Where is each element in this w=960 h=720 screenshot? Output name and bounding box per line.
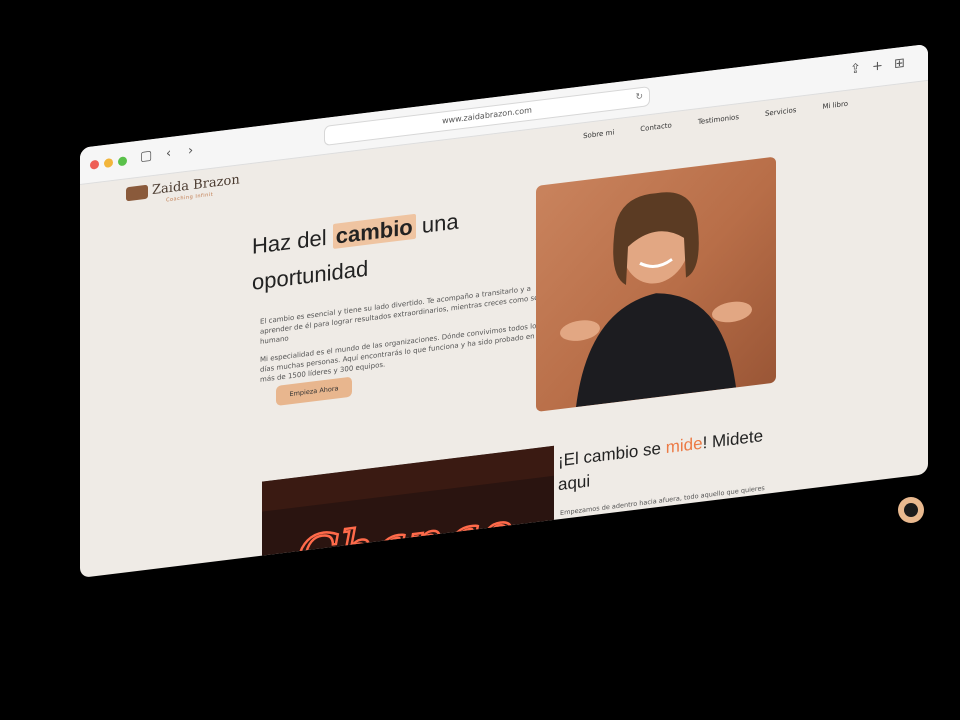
- minimize-window-button[interactable]: [104, 157, 113, 169]
- site-logo[interactable]: Zaida Brazon Coaching Infinit: [126, 172, 240, 203]
- nav-item-sobre-mi[interactable]: Sobre mi: [583, 128, 614, 140]
- whatsapp-button[interactable]: [898, 497, 924, 523]
- share-icon[interactable]: ⇪: [850, 61, 861, 77]
- neon-text: Change: [296, 500, 513, 578]
- portrait-illustration: [560, 192, 752, 408]
- close-window-button[interactable]: [90, 159, 99, 170]
- browser-window: ▢ ‹ › www.zaidabrazon.com ↻ ⇪ + ⊞ Zaida …: [80, 43, 928, 579]
- hero-title: Haz del cambio una oportunidad: [252, 199, 492, 300]
- tab-overview-icon[interactable]: ⊞: [894, 56, 905, 72]
- hero-title-highlight: cambio: [332, 213, 416, 249]
- logo-mark: [126, 184, 148, 201]
- address-text: www.zaidabrazon.com: [442, 105, 532, 126]
- new-tab-button[interactable]: +: [872, 58, 883, 74]
- hero-title-pre: Haz del: [252, 223, 333, 259]
- nav-item-contacto[interactable]: Contacto: [640, 121, 672, 133]
- stage: ▢ ‹ › www.zaidabrazon.com ↻ ⇪ + ⊞ Zaida …: [0, 0, 960, 720]
- back-button[interactable]: ‹: [166, 146, 171, 162]
- whatsapp-icon: [904, 503, 918, 517]
- zoom-window-button[interactable]: [118, 156, 127, 167]
- nav-item-servicios[interactable]: Servicios: [765, 106, 796, 118]
- portrait-image: [536, 156, 776, 413]
- neon-sign-illustration: Change: [262, 445, 554, 578]
- sidebar-icon[interactable]: ▢: [140, 148, 152, 165]
- reload-icon[interactable]: ↻: [635, 88, 643, 107]
- section2-heading-accent: mide: [665, 433, 703, 458]
- nav-item-mi-libro[interactable]: Mi libro: [822, 100, 848, 111]
- section2-heading-pre: ¡El cambio se: [558, 438, 666, 471]
- forward-button[interactable]: ›: [188, 143, 193, 159]
- nav-item-testimonios[interactable]: Testimonios: [698, 113, 739, 126]
- change-neon-image: Change: [262, 445, 554, 579]
